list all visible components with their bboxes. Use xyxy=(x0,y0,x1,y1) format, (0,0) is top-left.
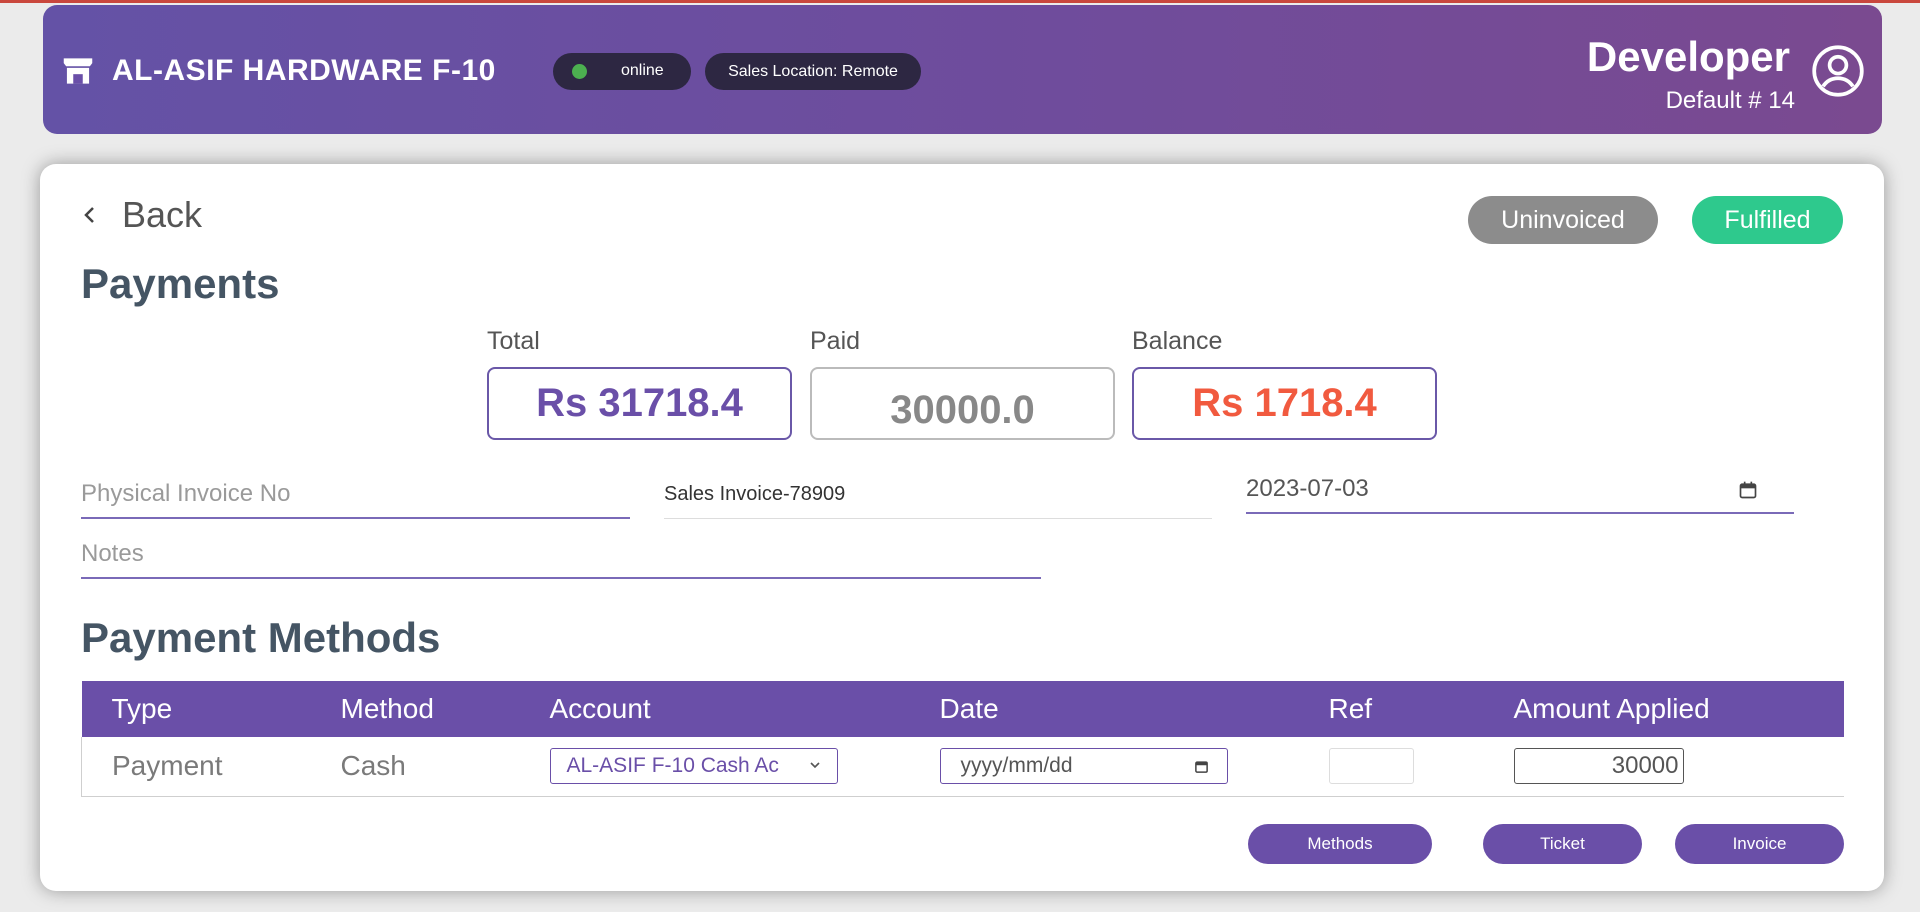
col-method: Method xyxy=(310,681,520,737)
back-button[interactable]: Back xyxy=(78,194,202,236)
user-name: Developer xyxy=(1586,33,1790,80)
amount-applied-input[interactable]: 30000 xyxy=(1513,748,1684,785)
invoice-date-input[interactable]: 2023-07-03 xyxy=(1246,466,1794,514)
col-account: Account xyxy=(519,681,910,737)
uninvoiced-badge: Uninvoiced xyxy=(1468,196,1658,244)
physical-invoice-placeholder: Physical Invoice No xyxy=(81,480,291,507)
payment-date-input[interactable]: yyyy/mm/dd xyxy=(939,748,1228,785)
ticket-button[interactable]: Ticket xyxy=(1483,824,1642,864)
notes-input[interactable]: Notes xyxy=(81,531,1041,579)
total-label: Total xyxy=(487,327,540,355)
row-type: Payment xyxy=(81,737,311,797)
row-account-cell: AL-ASIF F-10 Cash Ac xyxy=(519,737,910,797)
balance-label: Balance xyxy=(1132,327,1223,355)
ref-input[interactable] xyxy=(1328,748,1414,785)
store-icon xyxy=(63,58,93,84)
payment-date-placeholder: yyyy/mm/dd xyxy=(960,754,1073,778)
calendar-icon[interactable] xyxy=(1738,480,1758,500)
calendar-icon[interactable] xyxy=(1194,759,1209,774)
store-name: AL-ASIF HARDWARE F-10 xyxy=(112,54,496,87)
back-label: Back xyxy=(122,194,203,235)
row-method: Cash xyxy=(310,737,520,797)
methods-button[interactable]: Methods xyxy=(1248,824,1432,864)
col-type: Type xyxy=(81,681,311,737)
sales-invoice-value: Sales Invoice-78909 xyxy=(664,483,846,505)
col-amount-applied: Amount Applied xyxy=(1483,681,1844,737)
account-select[interactable]: AL-ASIF F-10 Cash Ac xyxy=(549,748,838,785)
payment-methods-table: Type Method Account Date Ref Amount Appl… xyxy=(81,681,1844,797)
row-amount-cell: 30000 xyxy=(1483,737,1844,797)
account-circle-icon[interactable] xyxy=(1810,43,1866,99)
online-dot-icon xyxy=(572,64,587,79)
sales-location-pill: Sales Location: Remote xyxy=(705,53,921,90)
invoice-button[interactable]: Invoice xyxy=(1675,824,1844,864)
page-title: Payments xyxy=(81,260,280,307)
online-status-pill: online xyxy=(553,53,691,90)
physical-invoice-input[interactable]: Physical Invoice No xyxy=(81,471,630,519)
row-ref-cell xyxy=(1298,737,1484,797)
chevron-down-icon xyxy=(806,757,823,774)
user-subtitle: Default # 14 xyxy=(1665,87,1795,114)
paid-label: Paid xyxy=(810,327,861,355)
payment-methods-title: Payment Methods xyxy=(81,614,441,661)
table-row: Payment Cash AL-ASIF F-10 Cash Ac yyyy/m… xyxy=(81,737,1844,797)
col-date: Date xyxy=(909,681,1299,737)
col-ref: Ref xyxy=(1298,681,1484,737)
sales-invoice-field: Sales Invoice-78909 xyxy=(664,471,1212,519)
table-header-row: Type Method Account Date Ref Amount Appl… xyxy=(81,681,1844,737)
total-value: Rs 31718.4 xyxy=(487,367,792,440)
top-bar: AL-ASIF HARDWARE F-10 online Sales Locat… xyxy=(43,5,1882,134)
account-select-value: AL-ASIF F-10 Cash Ac xyxy=(566,754,779,778)
row-date-cell: yyyy/mm/dd xyxy=(909,737,1299,797)
online-status-label: online xyxy=(621,62,664,79)
balance-value: Rs 1718.4 xyxy=(1132,367,1437,440)
fulfilled-badge: Fulfilled xyxy=(1692,196,1843,244)
payments-card: Back Uninvoiced Fulfilled Payments Total… xyxy=(40,164,1884,891)
invoice-date-value: 2023-07-03 xyxy=(1246,475,1369,502)
chevron-left-icon xyxy=(84,207,94,223)
notes-placeholder: Notes xyxy=(81,540,144,567)
paid-value: 30000.0 xyxy=(810,367,1115,440)
